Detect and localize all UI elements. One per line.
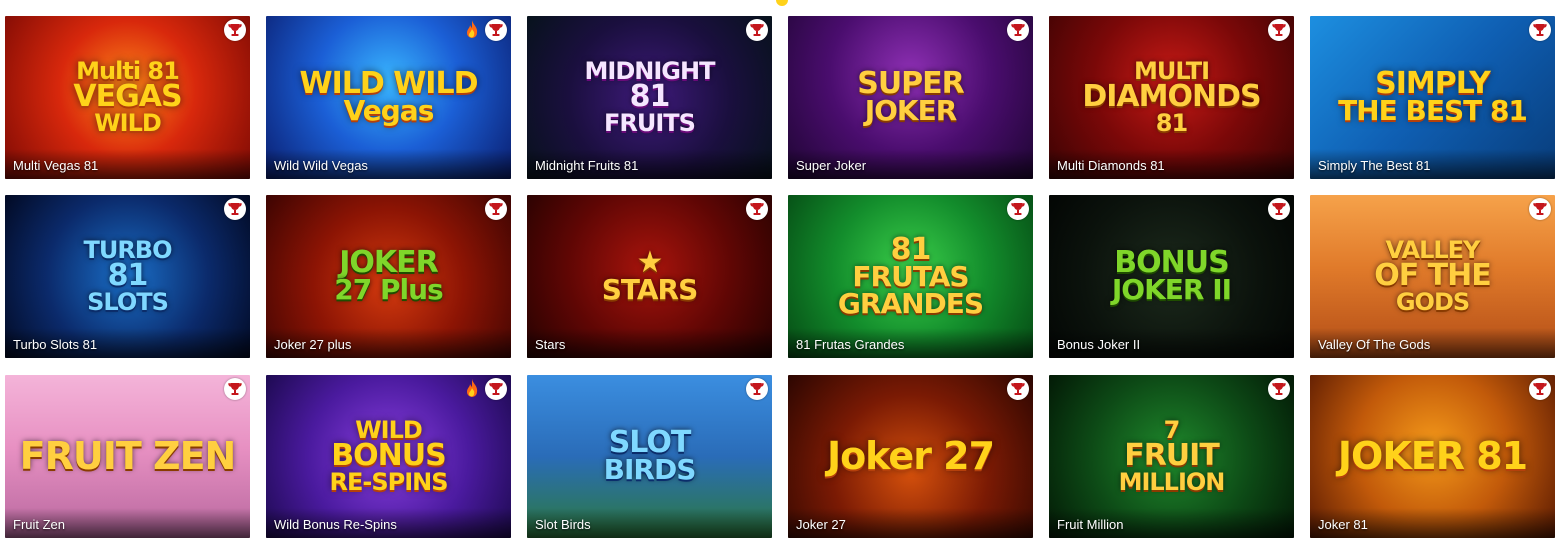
trophy-icon[interactable]	[746, 378, 768, 400]
trophy-icon[interactable]	[224, 19, 246, 41]
game-tile[interactable]: MULTI DIAMONDS 81 Multi Diamonds 81	[1049, 16, 1294, 179]
artwork-text: DIAMONDS	[1082, 79, 1261, 115]
game-tile[interactable]: JOKER 27 Plus Joker 27 plus	[266, 195, 511, 358]
game-title: Midnight Fruits 81	[527, 149, 772, 179]
trophy-icon[interactable]	[1268, 378, 1290, 400]
artwork-text: OF THE	[1374, 258, 1492, 294]
artwork-text: 81	[629, 79, 671, 115]
trophy-icon[interactable]	[485, 19, 507, 41]
game-title: Fruit Million	[1049, 508, 1294, 538]
game-tile[interactable]: SLOT BIRDS Slot Birds	[527, 375, 772, 538]
trophy-icon[interactable]	[1268, 198, 1290, 220]
trophy-icon[interactable]	[1529, 19, 1551, 41]
trophy-icon[interactable]	[746, 19, 768, 41]
game-tile[interactable]: BONUS JOKER II Bonus Joker II	[1049, 195, 1294, 358]
fire-icon	[465, 18, 479, 40]
artwork-text: BIRDS	[603, 453, 697, 487]
artwork-text: 81	[1155, 108, 1188, 137]
game-title: Wild Wild Vegas	[266, 149, 511, 179]
game-title: Joker 27 plus	[266, 328, 511, 358]
artwork-text: 27 Plus	[334, 273, 443, 307]
game-title: Turbo Slots 81	[5, 328, 250, 358]
game-title: Super Joker	[788, 149, 1033, 179]
game-tile[interactable]: SIMPLY THE BEST 81 Simply The Best 81	[1310, 16, 1555, 179]
scroll-indicator	[776, 0, 788, 6]
game-title: Valley Of The Gods	[1310, 328, 1555, 358]
artwork-text: Vegas	[343, 94, 435, 128]
artwork-text: VEGAS	[73, 79, 182, 115]
artwork-text: BONUS	[331, 438, 446, 474]
artwork-text: WILD	[94, 108, 162, 137]
trophy-icon[interactable]	[224, 198, 246, 220]
game-tile[interactable]: 81 FRUTAS GRANDES 81 Frutas Grandes	[788, 195, 1033, 358]
artwork-text: FRUTAS GRANDES	[837, 260, 984, 320]
artwork-text: MILLION	[1118, 467, 1226, 496]
artwork-text: SLOTS	[87, 287, 169, 316]
artwork-text: JOKER	[864, 94, 958, 128]
trophy-icon[interactable]	[1007, 19, 1029, 41]
game-tile[interactable]: VALLEY OF THE GODS Valley Of The Gods	[1310, 195, 1555, 358]
game-tile[interactable]: JOKER 81 Joker 81	[1310, 375, 1555, 538]
game-tile[interactable]: 7 FRUIT MILLION Fruit Million	[1049, 375, 1294, 538]
fire-icon	[465, 377, 479, 399]
game-tile[interactable]: Multi 81 VEGAS WILD Multi Vegas 81	[5, 16, 250, 179]
game-title: Multi Diamonds 81	[1049, 149, 1294, 179]
trophy-icon[interactable]	[485, 198, 507, 220]
trophy-icon[interactable]	[1007, 378, 1029, 400]
game-title: 81 Frutas Grandes	[788, 328, 1033, 358]
trophy-icon[interactable]	[485, 378, 507, 400]
trophy-icon[interactable]	[224, 378, 246, 400]
artwork-text: GODS	[1395, 287, 1470, 316]
game-tile[interactable]: ★ STARS Stars	[527, 195, 772, 358]
game-title: Fruit Zen	[5, 508, 250, 538]
artwork-text: THE BEST 81	[1338, 94, 1528, 128]
game-title: Multi Vegas 81	[5, 149, 250, 179]
trophy-icon[interactable]	[1268, 19, 1290, 41]
game-tile[interactable]: MIDNIGHT 81 FRUITS Midnight Fruits 81	[527, 16, 772, 179]
trophy-icon[interactable]	[1529, 378, 1551, 400]
game-grid: Multi 81 VEGAS WILD Multi Vegas 81 WILD WILD…	[0, 0, 1567, 549]
game-tile[interactable]: WILD WILD Vegas Wild Wild Vegas	[266, 16, 511, 179]
artwork-text: JOKER 81	[1337, 434, 1528, 479]
artwork-text: STARS	[601, 273, 698, 307]
game-tile[interactable]: TURBO 81 SLOTS Turbo Slots 81	[5, 195, 250, 358]
artwork-text: RE-SPINS	[329, 467, 448, 496]
game-tile[interactable]: Joker 27 Joker 27	[788, 375, 1033, 538]
trophy-icon[interactable]	[746, 198, 768, 220]
trophy-icon[interactable]	[1007, 198, 1029, 220]
game-title: Slot Birds	[527, 508, 772, 538]
artwork-text: Joker 27	[826, 434, 995, 479]
artwork-text: FRUITS	[604, 108, 696, 137]
artwork-text: FRUIT ZEN	[19, 434, 237, 479]
game-title: Stars	[527, 328, 772, 358]
game-title: Bonus Joker II	[1049, 328, 1294, 358]
game-tile[interactable]: FRUIT ZEN Fruit Zen	[5, 375, 250, 538]
game-title: Wild Bonus Re-Spins	[266, 508, 511, 538]
artwork-text: JOKER II	[1111, 273, 1232, 307]
game-title: Simply The Best 81	[1310, 149, 1555, 179]
trophy-icon[interactable]	[1529, 198, 1551, 220]
game-tile[interactable]: SUPER JOKER Super Joker	[788, 16, 1033, 179]
game-title: Joker 27	[788, 508, 1033, 538]
artwork-text: FRUIT	[1124, 438, 1220, 474]
game-title: Joker 81	[1310, 508, 1555, 538]
game-tile[interactable]: WILD BONUS RE-SPINS Wild Bonus Re-Spins	[266, 375, 511, 538]
artwork-text: 81	[107, 258, 149, 294]
